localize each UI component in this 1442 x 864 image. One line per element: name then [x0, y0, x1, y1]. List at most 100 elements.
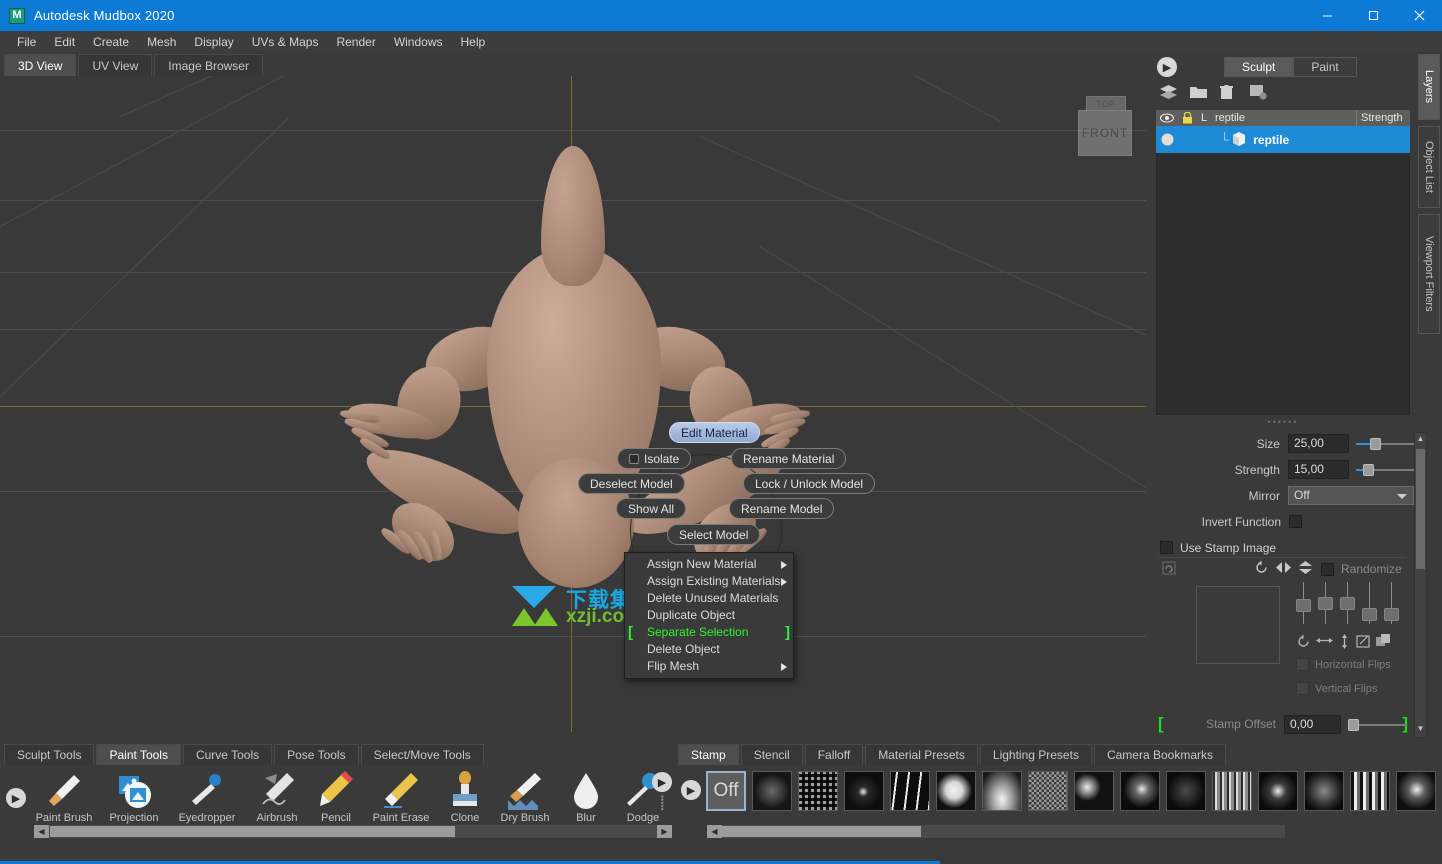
- menu-windows[interactable]: Windows: [385, 33, 452, 51]
- stamp-thumb-14[interactable]: [1350, 771, 1390, 811]
- horizontal-random-icon[interactable]: [1316, 634, 1333, 652]
- duplicate-layer-icon[interactable]: [1250, 85, 1267, 102]
- menu-mesh[interactable]: Mesh: [138, 33, 185, 51]
- random-opacity-slider[interactable]: [1384, 608, 1399, 621]
- tab-lighting-presets[interactable]: Lighting Presets: [979, 744, 1092, 765]
- mirror-select[interactable]: Off: [1287, 486, 1414, 505]
- vtab-viewport-filters[interactable]: Viewport Filters: [1418, 214, 1440, 334]
- tab-sculpt[interactable]: Sculpt: [1224, 57, 1294, 77]
- panel-expand-icon[interactable]: ▶: [1157, 57, 1177, 77]
- tab-select-move-tools[interactable]: Select/Move Tools: [360, 744, 484, 765]
- menu-render[interactable]: Render: [327, 33, 384, 51]
- random-rotation-slider[interactable]: [1296, 599, 1311, 612]
- close-icon[interactable]: [1396, 0, 1442, 31]
- layers-icon[interactable]: [1160, 85, 1177, 102]
- vertical-random-icon[interactable]: [1338, 634, 1351, 652]
- size-input[interactable]: 25,00: [1287, 434, 1350, 453]
- size-slider[interactable]: [1356, 434, 1415, 453]
- lock-icon[interactable]: [1178, 110, 1197, 126]
- stamp-thumb-1[interactable]: [752, 771, 792, 811]
- tool-airbrush[interactable]: Airbrush: [244, 768, 310, 824]
- menu-help[interactable]: Help: [452, 33, 495, 51]
- context-menu[interactable]: Assign New Material Assign Existing Mate…: [624, 552, 794, 679]
- stamp-off-button[interactable]: Off: [706, 771, 746, 811]
- ctx-duplicate-object[interactable]: Duplicate Object: [625, 607, 793, 624]
- flip-horizontal-icon[interactable]: [1275, 561, 1292, 577]
- opacity-random-icon[interactable]: [1376, 634, 1391, 652]
- vtab-object-list[interactable]: Object List: [1418, 126, 1440, 208]
- stamp-offset-input[interactable]: 0,00: [1283, 714, 1341, 734]
- randomize-checkbox[interactable]: [1321, 562, 1334, 576]
- rotation-random-icon[interactable]: [1296, 634, 1311, 652]
- menu-uvs-maps[interactable]: UVs & Maps: [243, 33, 328, 51]
- ctx-flip-mesh[interactable]: Flip Mesh: [625, 658, 793, 675]
- stamp-thumb-12[interactable]: [1258, 771, 1298, 811]
- trash-icon[interactable]: [1220, 85, 1237, 102]
- view-cube-front-face[interactable]: FRONT: [1078, 110, 1132, 156]
- folder-icon[interactable]: [1190, 85, 1207, 102]
- strength-slider[interactable]: [1356, 460, 1415, 479]
- 3d-viewport[interactable]: TOP FRONT Sign In 下载集 xzji.com: [0, 76, 1146, 732]
- view-cube[interactable]: TOP FRONT: [1070, 90, 1140, 160]
- ctx-assign-existing-materials[interactable]: Assign Existing Materials: [625, 573, 793, 590]
- tab-stencil[interactable]: Stencil: [740, 744, 803, 765]
- stamp-thumb-13[interactable]: [1304, 771, 1344, 811]
- tab-3d-view[interactable]: 3D View: [4, 54, 77, 76]
- layer-visibility-dot[interactable]: [1156, 133, 1178, 146]
- invert-function-checkbox[interactable]: [1289, 515, 1302, 528]
- tool-paint-brush[interactable]: Paint Brush: [31, 768, 97, 824]
- stamp-thumb-6[interactable]: [982, 771, 1022, 811]
- layer-row-reptile[interactable]: └ reptile: [1156, 126, 1410, 153]
- ctx-separate-selection[interactable]: [ Separate Selection ]: [625, 624, 793, 641]
- stamp-thumb-7[interactable]: [1028, 771, 1068, 811]
- stamp-thumb-3[interactable]: [844, 771, 884, 811]
- tab-uv-view[interactable]: UV View: [78, 54, 153, 76]
- tab-material-presets[interactable]: Material Presets: [865, 744, 978, 765]
- tab-curve-tools[interactable]: Curve Tools: [182, 744, 273, 765]
- vtab-layers[interactable]: Layers: [1418, 54, 1440, 120]
- stamp-shelf-prev-icon[interactable]: ▶: [681, 780, 701, 800]
- stamp-offset-slider[interactable]: [1347, 715, 1406, 734]
- tab-paint[interactable]: Paint: [1293, 57, 1357, 77]
- tab-camera-bookmarks[interactable]: Camera Bookmarks: [1093, 744, 1226, 765]
- strength-input[interactable]: 15,00: [1287, 460, 1350, 479]
- random-vertical-slider[interactable]: [1340, 597, 1355, 610]
- stamp-shelf-scrollbar[interactable]: ◀: [706, 824, 1286, 839]
- tool-shelf-expand-icon[interactable]: ▶: [6, 788, 26, 808]
- scroll-left-icon[interactable]: ◀: [34, 825, 49, 838]
- tab-paint-tools[interactable]: Paint Tools: [96, 744, 181, 765]
- scroll-right-icon[interactable]: ▶: [657, 825, 672, 838]
- menu-edit[interactable]: Edit: [45, 33, 84, 51]
- flip-vertical-icon[interactable]: [1298, 560, 1313, 578]
- tab-pose-tools[interactable]: Pose Tools: [274, 744, 359, 765]
- reptile-model[interactable]: [0, 76, 1146, 732]
- stamp-thumb-11[interactable]: [1212, 771, 1252, 811]
- rotate-icon[interactable]: [1254, 560, 1269, 578]
- stamp-preview[interactable]: [1196, 586, 1280, 664]
- layer-list-body[interactable]: [1156, 153, 1410, 415]
- menu-file[interactable]: File: [8, 33, 45, 51]
- tool-shelf-grip[interactable]: •••••: [657, 795, 667, 811]
- scrollbar-thumb[interactable]: [721, 826, 921, 837]
- refresh-stamp-icon[interactable]: [1162, 561, 1176, 578]
- ctx-delete-unused-materials[interactable]: Delete Unused Materials: [625, 590, 793, 607]
- eye-icon[interactable]: [1156, 110, 1178, 126]
- stamp-thumb-8[interactable]: [1074, 771, 1114, 811]
- tool-projection[interactable]: Projection: [101, 768, 167, 824]
- tool-shelf-next-icon[interactable]: ▶: [652, 772, 672, 792]
- ctx-delete-object[interactable]: Delete Object: [625, 641, 793, 658]
- panel-splitter[interactable]: ••••••: [1152, 417, 1414, 427]
- random-scale-slider[interactable]: [1362, 608, 1377, 621]
- vertical-flips-checkbox[interactable]: [1296, 682, 1309, 695]
- random-horizontal-slider[interactable]: [1318, 597, 1333, 610]
- tool-dry-brush[interactable]: Dry Brush: [492, 768, 558, 824]
- tool-eyedropper[interactable]: Eyedropper: [174, 768, 240, 824]
- tab-image-browser[interactable]: Image Browser: [154, 54, 263, 76]
- stamp-thumb-15[interactable]: [1396, 771, 1436, 811]
- scroll-down-icon[interactable]: ▼: [1416, 724, 1425, 736]
- scroll-left-icon[interactable]: ◀: [707, 825, 722, 838]
- scrollbar-thumb[interactable]: [1416, 449, 1425, 569]
- maximize-icon[interactable]: [1350, 0, 1396, 31]
- minimize-icon[interactable]: [1304, 0, 1350, 31]
- use-stamp-image-checkbox[interactable]: [1160, 541, 1173, 554]
